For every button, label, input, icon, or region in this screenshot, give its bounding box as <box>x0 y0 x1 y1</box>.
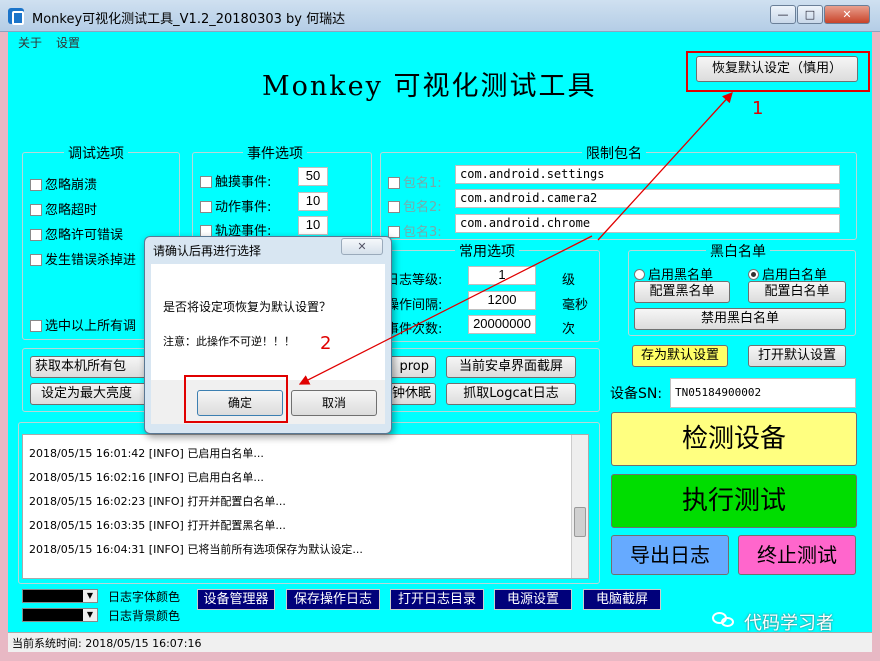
arrow-to-ok <box>298 235 593 385</box>
annotation-arrows <box>298 92 733 385</box>
arrow-to-restore <box>597 92 733 241</box>
